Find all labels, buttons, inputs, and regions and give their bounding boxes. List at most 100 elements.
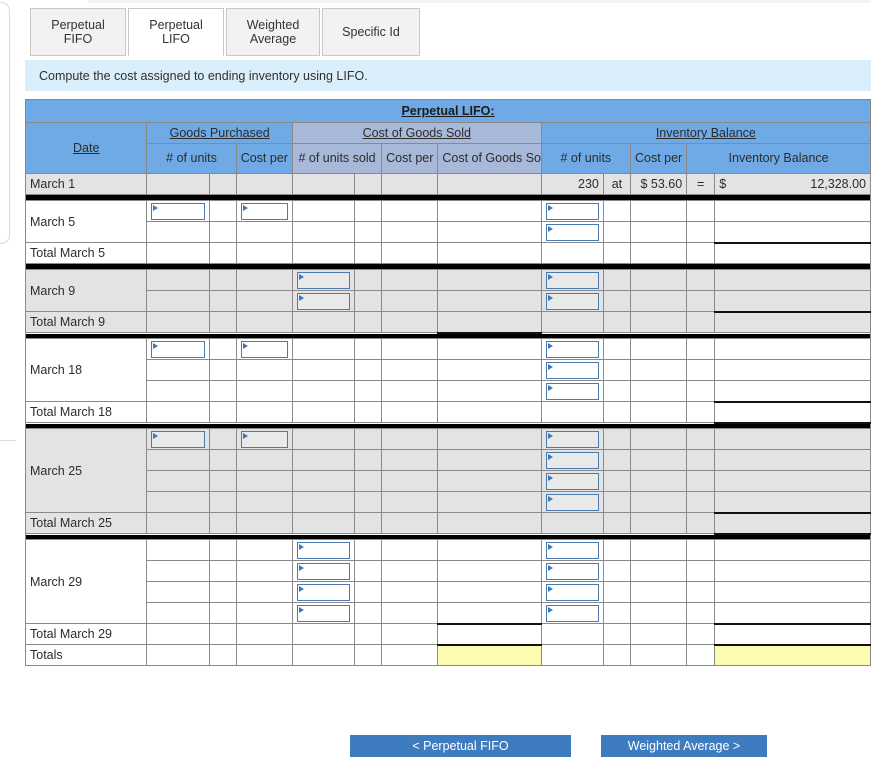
cell-ib-units: 230 bbox=[540, 173, 604, 195]
input-ib-units-march5-1[interactable] bbox=[540, 200, 604, 222]
input-ib-units-march29-2[interactable] bbox=[540, 560, 604, 582]
input-ib-units-march25-2[interactable] bbox=[540, 449, 604, 471]
text-input[interactable] bbox=[240, 202, 288, 220]
text-input[interactable] bbox=[545, 604, 599, 622]
text-input[interactable] bbox=[545, 223, 599, 241]
cell-cogs-total bbox=[437, 449, 542, 471]
input-cogs-units-march29-1[interactable] bbox=[291, 539, 356, 561]
text-input[interactable] bbox=[545, 340, 599, 358]
input-gp-cost-march5-1[interactable] bbox=[235, 200, 293, 222]
tab-weighted-average[interactable]: Weighted Average bbox=[226, 8, 320, 56]
text-input[interactable] bbox=[545, 361, 599, 379]
text-input[interactable] bbox=[296, 292, 351, 310]
input-ib-units-march25-1[interactable] bbox=[540, 428, 604, 450]
cell-ib-units bbox=[540, 311, 604, 333]
cell-ib-at bbox=[602, 359, 631, 381]
tab-perpetual-lifo[interactable]: Perpetual LIFO bbox=[128, 8, 224, 56]
text-input[interactable] bbox=[296, 562, 351, 580]
cell-ib-equals bbox=[686, 491, 716, 513]
cell-gp-cost bbox=[235, 491, 293, 513]
answer-cell-total-cogs[interactable] bbox=[437, 644, 542, 666]
text-input[interactable] bbox=[545, 472, 599, 490]
input-ib-units-march25-4[interactable] bbox=[540, 491, 604, 513]
text-input[interactable] bbox=[545, 271, 599, 289]
next-tab-button[interactable]: Weighted Average > bbox=[601, 735, 767, 757]
row-label-total-march-18: Total March 18 bbox=[24, 401, 148, 423]
text-input[interactable] bbox=[296, 541, 351, 559]
cell-gp-cost bbox=[235, 470, 293, 492]
input-ib-units-march18-3[interactable] bbox=[540, 380, 604, 402]
text-input[interactable] bbox=[545, 292, 599, 310]
answer-cell-ending-inventory[interactable] bbox=[714, 644, 871, 666]
text-input[interactable] bbox=[545, 562, 599, 580]
input-gp-cost-march18-1[interactable] bbox=[235, 338, 293, 360]
tab-perpetual-fifo[interactable]: Perpetual FIFO bbox=[30, 8, 126, 56]
input-gp-units-march5-1[interactable] bbox=[146, 200, 210, 222]
cell-ib-cost bbox=[629, 338, 688, 360]
content-gap bbox=[25, 91, 871, 99]
table-row-march-25-2 bbox=[26, 449, 871, 471]
cell-ib-cost bbox=[629, 512, 688, 534]
cell-cogs-at bbox=[354, 644, 383, 666]
input-ib-units-march29-4[interactable] bbox=[540, 602, 604, 624]
cell-gp-units bbox=[146, 602, 210, 624]
text-input[interactable] bbox=[151, 430, 205, 448]
text-input[interactable] bbox=[545, 541, 599, 559]
cell-cogs-cost bbox=[381, 338, 439, 360]
text-input[interactable] bbox=[296, 604, 351, 622]
text-input[interactable] bbox=[545, 430, 599, 448]
text-input[interactable] bbox=[151, 202, 205, 220]
text-input[interactable] bbox=[151, 340, 205, 358]
cell-gp-cost bbox=[235, 512, 293, 534]
input-gp-cost-march25-1[interactable] bbox=[235, 428, 293, 450]
cell-ib-balance-total bbox=[714, 241, 871, 264]
cell-ib-equals bbox=[686, 290, 716, 312]
cell-gp-units bbox=[146, 311, 210, 333]
input-gp-units-march25-1[interactable] bbox=[146, 428, 210, 450]
cell-cogs-at bbox=[354, 428, 383, 450]
input-cogs-units-march9-1[interactable] bbox=[291, 269, 356, 291]
cell-cogs-total bbox=[437, 338, 542, 360]
input-ib-units-march29-3[interactable] bbox=[540, 581, 604, 603]
input-ib-units-march18-2[interactable] bbox=[540, 359, 604, 381]
previous-tab-button[interactable]: < Perpetual FIFO bbox=[350, 735, 571, 757]
input-cogs-units-march29-3[interactable] bbox=[291, 581, 356, 603]
input-cogs-units-march29-4[interactable] bbox=[291, 602, 356, 624]
text-input[interactable] bbox=[545, 583, 599, 601]
cell-gp-at bbox=[208, 221, 237, 243]
text-input[interactable] bbox=[545, 493, 599, 511]
cell-cogs-at bbox=[354, 449, 383, 471]
input-ib-units-march5-2[interactable] bbox=[540, 221, 604, 243]
cell-cogs-at bbox=[354, 290, 383, 312]
input-cogs-units-march9-2[interactable] bbox=[291, 290, 356, 312]
input-cogs-units-march29-2[interactable] bbox=[291, 560, 356, 582]
text-input[interactable] bbox=[545, 202, 599, 220]
cell-gp-at bbox=[208, 290, 237, 312]
cell-cogs-units bbox=[291, 173, 356, 195]
cell-gp-units bbox=[146, 560, 210, 582]
cell-ib-balance bbox=[714, 359, 871, 381]
cell-gp-units bbox=[146, 242, 210, 264]
text-input[interactable] bbox=[240, 340, 288, 358]
cell-cogs-at bbox=[354, 311, 383, 333]
input-ib-units-march25-3[interactable] bbox=[540, 470, 604, 492]
text-input[interactable] bbox=[545, 382, 599, 400]
column-header-gp-cost: Cost per unit bbox=[235, 143, 293, 174]
input-ib-units-march9-2[interactable] bbox=[540, 290, 604, 312]
cell-cogs-total bbox=[437, 173, 542, 195]
input-ib-units-march18-1[interactable] bbox=[540, 338, 604, 360]
cell-cogs-total bbox=[437, 539, 542, 561]
sub-header-row: # of units Cost per unit # of units sold… bbox=[26, 143, 871, 174]
cell-ib-at bbox=[602, 602, 631, 624]
input-gp-units-march18-1[interactable] bbox=[146, 338, 210, 360]
tab-specific-id[interactable]: Specific Id bbox=[322, 8, 420, 56]
column-header-cogs-cost: Cost per unit bbox=[381, 143, 439, 174]
text-input[interactable] bbox=[296, 271, 351, 289]
input-ib-units-march9-1[interactable] bbox=[540, 269, 604, 291]
text-input[interactable] bbox=[240, 430, 288, 448]
text-input[interactable] bbox=[296, 583, 351, 601]
cell-ib-equals: = bbox=[686, 173, 716, 195]
input-ib-units-march29-1[interactable] bbox=[540, 539, 604, 561]
text-input[interactable] bbox=[545, 451, 599, 469]
cell-ib-at bbox=[602, 380, 631, 402]
